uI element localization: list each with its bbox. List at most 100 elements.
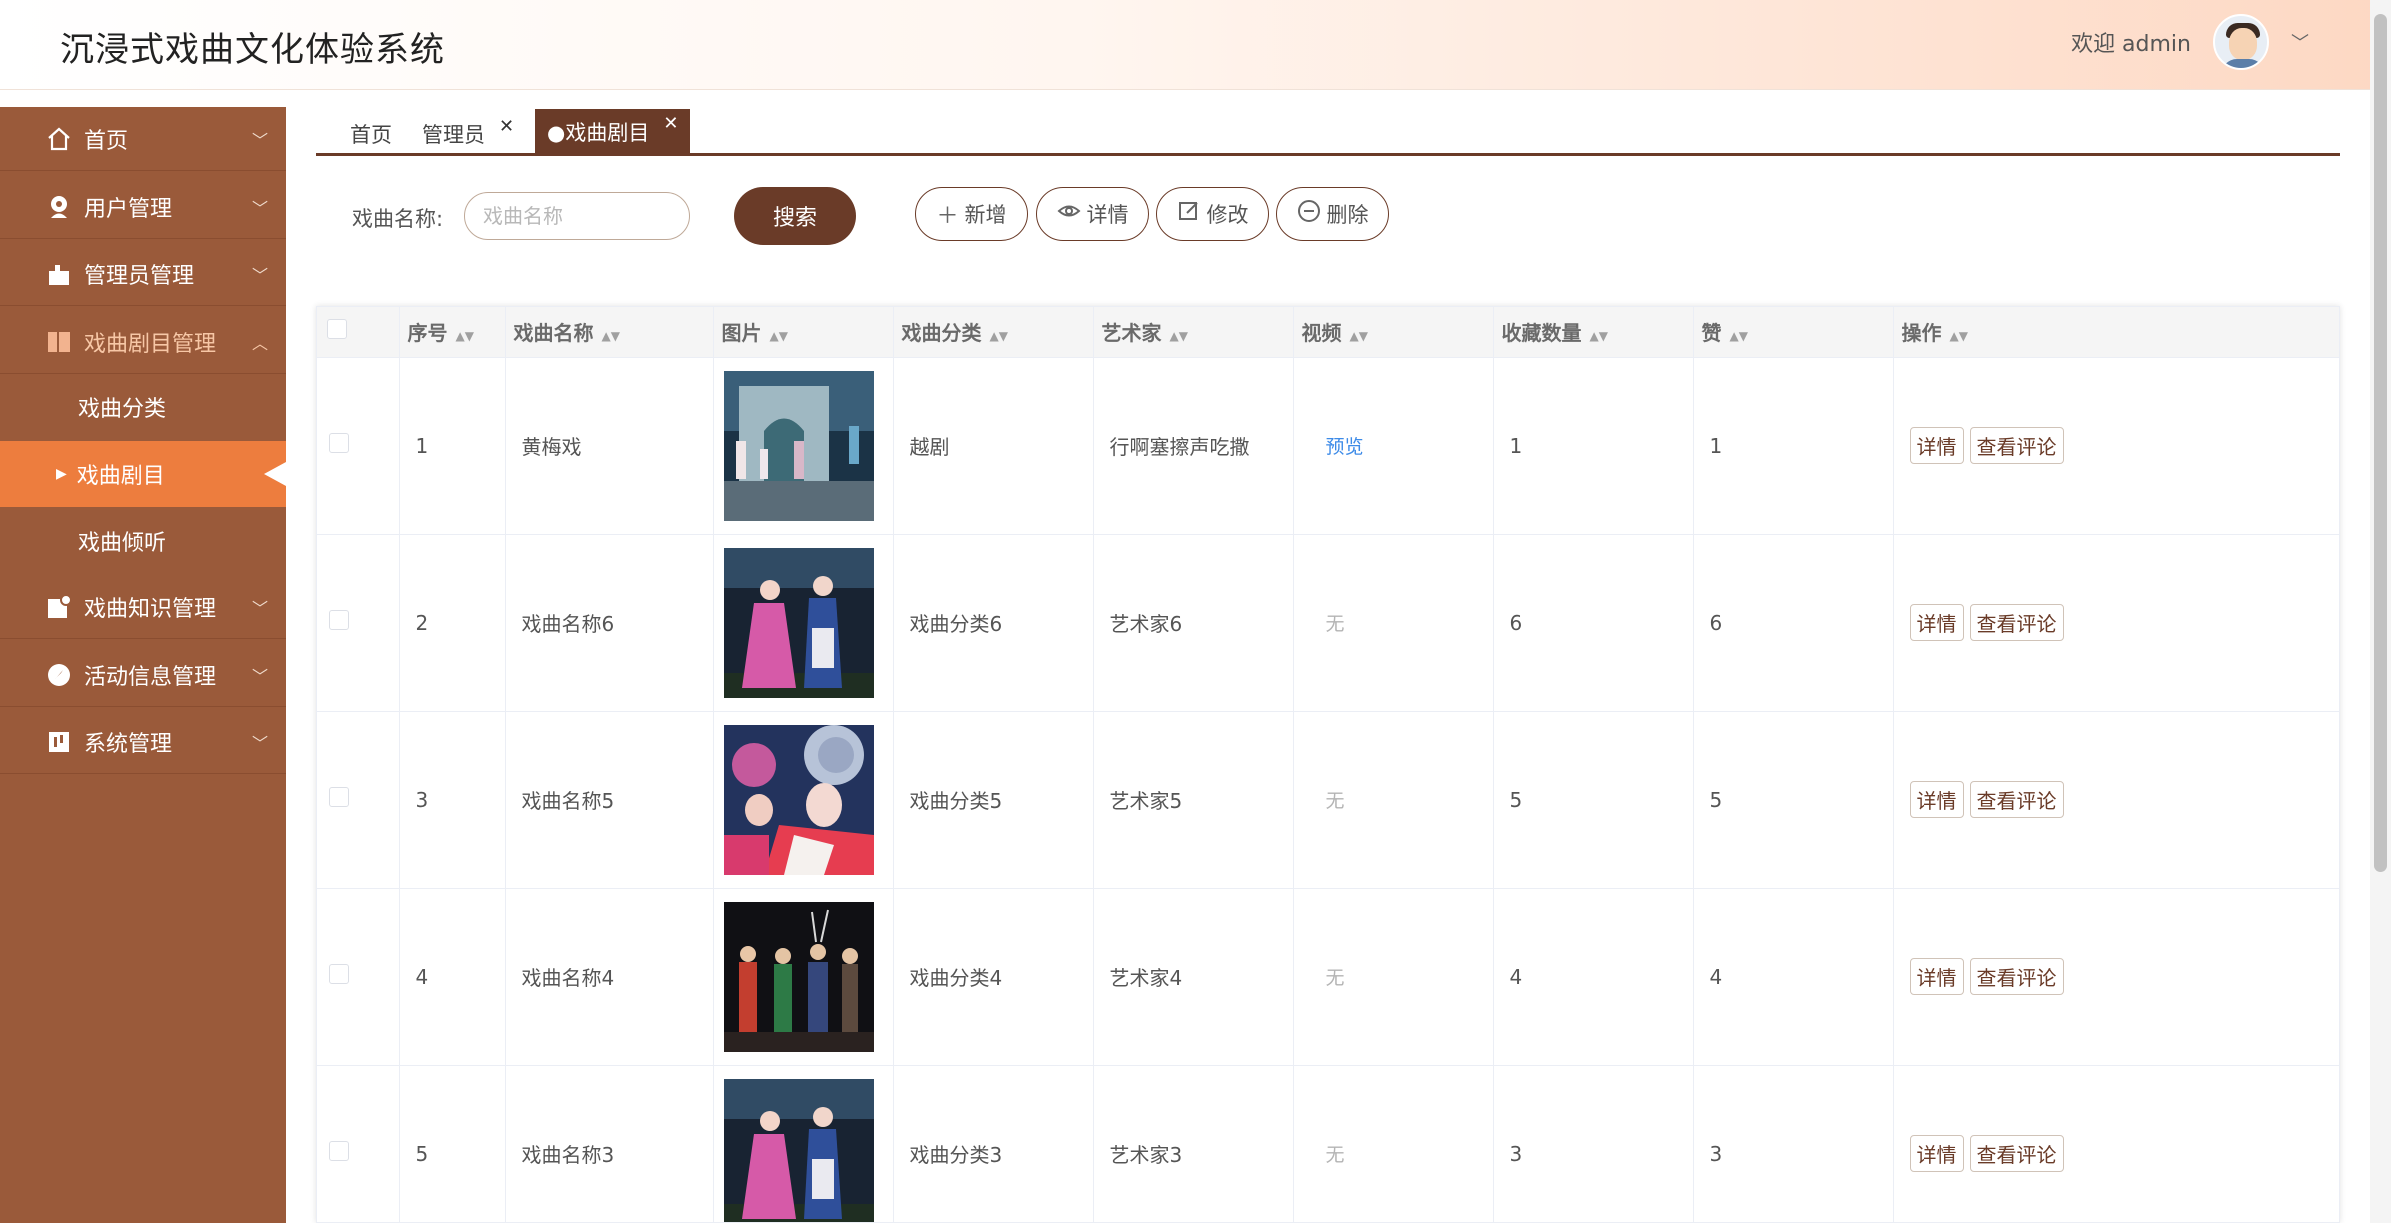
search-input[interactable] xyxy=(464,192,690,240)
search-button[interactable]: 搜索 xyxy=(734,187,856,245)
col-seq[interactable]: 序号 ▲▼ xyxy=(399,307,506,358)
sort-icon: ▲▼ xyxy=(989,329,1008,344)
col-likes[interactable]: 赞 ▲▼ xyxy=(1693,307,1894,358)
table-row[interactable]: 2 戏曲名称6 戏曲分类6 艺术家6 无 6 6 详情 查看评论 xyxy=(317,534,2339,712)
admin-icon xyxy=(46,261,72,287)
cell-favorites: 4 xyxy=(1493,888,1694,1066)
cell-image xyxy=(713,357,894,535)
col-favorites[interactable]: 收藏数量 ▲▼ xyxy=(1493,307,1694,358)
cell-likes: 5 xyxy=(1693,711,1894,889)
page-scrollbar[interactable] xyxy=(2370,0,2391,1223)
col-name[interactable]: 戏曲名称 ▲▼ xyxy=(505,307,714,358)
table-row[interactable]: 5 戏曲名称3 戏曲分类3 艺术家3 无 3 3 详情 查看评论 xyxy=(317,1065,2339,1222)
cell-seq: 5 xyxy=(399,1065,506,1222)
sidebar-item-activities[interactable]: 活动信息管理 ﹀ xyxy=(0,643,286,707)
tab-home[interactable]: 首页 xyxy=(350,112,392,156)
col-video[interactable]: 视频 ▲▼ xyxy=(1293,307,1494,358)
opera-thumbnail[interactable] xyxy=(723,370,893,521)
row-checkbox[interactable] xyxy=(317,888,400,1066)
detail-button[interactable]: 详情 xyxy=(1036,187,1149,241)
row-checkbox[interactable] xyxy=(317,1065,400,1222)
row-comments-button[interactable]: 查看评论 xyxy=(1969,781,2064,818)
sidebar-subitem-listening[interactable]: 戏曲倾听 xyxy=(0,508,286,574)
sidebar-item-admins[interactable]: 管理员管理 ﹀ xyxy=(0,242,286,306)
close-icon[interactable]: ✕ xyxy=(663,113,678,134)
tab-label: 首页 xyxy=(350,123,392,147)
data-table: 序号 ▲▼ 戏曲名称 ▲▼ 图片 ▲▼ 戏曲分类 ▲▼ 艺术家 ▲▼ 视频 ▲▼ 收藏数量 ▲… xyxy=(316,306,2340,1223)
cell-category: 越剧 xyxy=(893,357,1094,535)
cell-image xyxy=(713,534,894,712)
table-row[interactable]: 4 戏曲名称4 戏曲分类4 艺术家4 无 4 4 详情 查看评论 xyxy=(317,888,2339,1066)
sidebar-item-users[interactable]: 用户管理 ﹀ xyxy=(0,175,286,239)
delete-button[interactable]: 删除 xyxy=(1276,187,1389,241)
avatar[interactable] xyxy=(2213,14,2269,70)
cell-likes: 3 xyxy=(1693,1065,1894,1222)
sidebar-item-label: 系统管理 xyxy=(84,731,173,757)
sidebar-item-label: 戏曲剧目管理 xyxy=(84,331,217,357)
user-menu[interactable]: 欢迎 admin ﹀ xyxy=(2071,14,2309,70)
cell-video: 无 xyxy=(1293,711,1494,889)
sidebar: 首页 ﹀ 用户管理 ﹀ 管理员管理 ﹀ 戏曲剧目管理 ︿ 戏曲分类 ▶ 戏曲剧目… xyxy=(0,107,286,1223)
sort-icon: ▲▼ xyxy=(601,329,620,344)
select-all-checkbox[interactable] xyxy=(317,307,400,358)
row-checkbox[interactable] xyxy=(317,711,400,889)
sidebar-item-label: 活动信息管理 xyxy=(84,664,217,690)
row-checkbox[interactable] xyxy=(317,534,400,712)
col-image[interactable]: 图片 ▲▼ xyxy=(713,307,894,358)
row-comments-button[interactable]: 查看评论 xyxy=(1969,427,2064,464)
cell-name: 戏曲名称3 xyxy=(505,1065,714,1222)
chevron-down-icon[interactable]: ﹀ xyxy=(2291,29,2309,55)
video-preview-link[interactable]: 预览 xyxy=(1310,436,1364,458)
row-detail-button[interactable]: 详情 xyxy=(1909,604,1964,641)
row-comments-button[interactable]: 查看评论 xyxy=(1969,1135,2064,1172)
sidebar-subitem-repertoire[interactable]: ▶ 戏曲剧目 xyxy=(0,441,286,507)
sort-icon: ▲▼ xyxy=(455,329,474,344)
sidebar-item-home[interactable]: 首页 ﹀ xyxy=(0,107,286,171)
col-artist[interactable]: 艺术家 ▲▼ xyxy=(1093,307,1294,358)
tab-label: ●戏曲剧目 xyxy=(547,120,650,145)
minus-circle-icon xyxy=(1297,199,1321,229)
row-detail-button[interactable]: 详情 xyxy=(1909,427,1964,464)
col-actions[interactable]: 操作 ▲▼ xyxy=(1893,307,2339,358)
cell-likes: 1 xyxy=(1693,357,1894,535)
chevron-down-icon: ﹀ xyxy=(251,599,268,618)
table-row[interactable]: 1 黄梅戏 越剧 行啊塞擦声吃撒 预览 1 1 详情 查看评论 xyxy=(317,357,2339,535)
tab-opera-repertoire[interactable]: ●戏曲剧目 ✕ xyxy=(535,109,691,154)
edit-button[interactable]: 修改 xyxy=(1156,187,1269,241)
row-detail-button[interactable]: 详情 xyxy=(1909,958,1964,995)
settings-icon xyxy=(46,729,72,755)
sidebar-item-system[interactable]: 系统管理 ﹀ xyxy=(0,710,286,774)
sidebar-subitem-category[interactable]: 戏曲分类 xyxy=(0,374,286,440)
opera-thumbnail[interactable] xyxy=(723,547,893,698)
row-checkbox[interactable] xyxy=(317,357,400,535)
table-header: 序号 ▲▼ 戏曲名称 ▲▼ 图片 ▲▼ 戏曲分类 ▲▼ 艺术家 ▲▼ 视频 ▲▼ 收藏数量 ▲… xyxy=(317,307,2339,358)
row-detail-button[interactable]: 详情 xyxy=(1909,1135,1964,1172)
sort-icon: ▲▼ xyxy=(769,329,788,344)
add-button[interactable]: ＋ 新增 xyxy=(915,187,1028,241)
cell-category: 戏曲分类6 xyxy=(893,534,1094,712)
cell-actions: 详情 查看评论 xyxy=(1893,711,2339,889)
chevron-down-icon: ﹀ xyxy=(251,266,268,285)
tab-admin[interactable]: 管理员 ✕ xyxy=(422,112,514,156)
edit-button-label: 修改 xyxy=(1206,203,1249,227)
sort-icon: ▲▼ xyxy=(1349,329,1368,344)
cell-actions: 详情 查看评论 xyxy=(1893,357,2339,535)
sidebar-item-opera-repertoire[interactable]: 戏曲剧目管理 ︿ xyxy=(0,310,286,374)
table-row[interactable]: 3 戏曲名称5 戏曲分类5 艺术家5 无 5 5 详情 查看评论 xyxy=(317,711,2339,889)
opera-thumbnail[interactable] xyxy=(723,1078,893,1222)
cell-video: 预览 xyxy=(1293,357,1494,535)
sidebar-subitem-label: 戏曲倾听 xyxy=(78,531,167,556)
close-icon[interactable]: ✕ xyxy=(499,116,514,137)
col-category[interactable]: 戏曲分类 ▲▼ xyxy=(893,307,1094,358)
opera-thumbnail[interactable] xyxy=(723,901,893,1052)
row-comments-button[interactable]: 查看评论 xyxy=(1969,958,2064,995)
opera-thumbnail[interactable] xyxy=(723,724,893,875)
row-detail-button[interactable]: 详情 xyxy=(1909,781,1964,818)
row-comments-button[interactable]: 查看评论 xyxy=(1969,604,2064,641)
cell-image xyxy=(713,711,894,889)
cell-favorites: 1 xyxy=(1493,357,1694,535)
sidebar-item-knowledge[interactable]: 戏曲知识管理 ﹀ xyxy=(0,575,286,639)
cell-name: 黄梅戏 xyxy=(505,357,714,535)
cell-actions: 详情 查看评论 xyxy=(1893,888,2339,1066)
add-button-label: 新增 xyxy=(964,203,1007,227)
